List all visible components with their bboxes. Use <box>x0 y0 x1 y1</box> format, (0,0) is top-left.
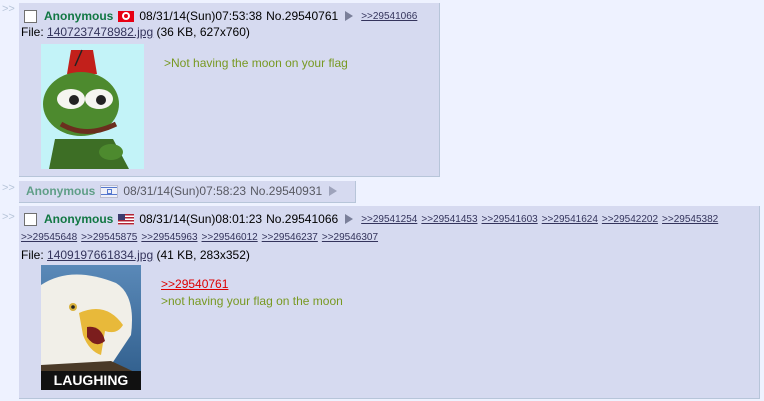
hidden-reply-post: Anonymous 08/31/14(Sun)07:58:23 No.29540… <box>19 181 356 203</box>
post-number[interactable]: No.29540931 <box>250 184 322 198</box>
post-datetime: 08/31/14(Sun)07:53:38 <box>139 9 263 23</box>
post-info: Anonymous 08/31/14(Sun)07:53:38 No.29540… <box>24 9 421 23</box>
post-menu-arrow-icon[interactable] <box>345 214 354 224</box>
backlink[interactable]: >>29545648 <box>21 232 77 243</box>
quote-link[interactable]: >>29540761 <box>161 277 228 291</box>
backlink[interactable]: >>29545875 <box>81 232 137 243</box>
side-arrows: >> <box>2 211 15 223</box>
post-info: Anonymous 08/31/14(Sun)07:58:23 No.29540… <box>26 184 345 198</box>
post-checkbox[interactable] <box>24 9 37 23</box>
poster-name: Anonymous <box>44 9 114 23</box>
post-message: >>29540761 >not having your flag on the … <box>161 276 343 310</box>
greentext-line: >Not having the moon on your flag <box>164 56 348 70</box>
tunisia-flag-icon <box>118 10 135 22</box>
file-link[interactable]: 1407237478982.jpg <box>47 25 153 39</box>
poster-name: Anonymous <box>44 212 114 226</box>
backlink[interactable]: >>29541624 <box>542 214 598 225</box>
file-info: File: 1407237478982.jpg (36 KB, 627x760) <box>21 25 250 39</box>
file-label: File: <box>21 25 44 39</box>
file-meta: (41 KB, 283x352) <box>156 248 250 262</box>
post-menu-arrow-icon[interactable] <box>345 11 354 21</box>
backlink[interactable]: >>29545382 <box>662 214 718 225</box>
backlink[interactable]: >>29545963 <box>141 232 197 243</box>
pepe-fez-image <box>41 44 144 169</box>
backlink[interactable]: >>29546307 <box>322 232 378 243</box>
post-number[interactable]: No.29540761 <box>266 9 338 23</box>
side-arrows: >> <box>2 3 15 15</box>
post-menu-arrow-icon[interactable] <box>329 186 338 196</box>
reply-post: Anonymous 08/31/14(Sun)07:53:38 No.29540… <box>19 3 440 177</box>
file-link[interactable]: 1409197661834.jpg <box>47 248 153 262</box>
post-checkbox[interactable] <box>24 212 37 226</box>
greentext-line: >not having your flag on the moon <box>161 294 343 308</box>
file-label: File: <box>21 248 44 262</box>
post-info: Anonymous 08/31/14(Sun)08:01:23 No.29541… <box>24 212 722 226</box>
thumb-caption: LAUGHING <box>53 372 129 388</box>
backlink[interactable]: >>29541066 <box>361 11 417 22</box>
us-flag-icon <box>118 213 135 225</box>
backlink[interactable]: >>29546237 <box>262 232 318 243</box>
poster-name: Anonymous <box>26 184 96 198</box>
post-datetime: 08/31/14(Sun)07:58:23 <box>123 184 247 198</box>
backlink[interactable]: >>29541603 <box>482 214 538 225</box>
post-number[interactable]: No.29541066 <box>266 212 338 226</box>
backlink-row: >>29545648 >>29545875 >>29545963 >>29546… <box>21 232 382 243</box>
side-arrows: >> <box>2 182 15 194</box>
post-datetime: 08/31/14(Sun)08:01:23 <box>139 212 263 226</box>
post-image-thumbnail[interactable] <box>41 44 144 169</box>
backlink[interactable]: >>29542202 <box>602 214 658 225</box>
reply-post: Anonymous 08/31/14(Sun)08:01:23 No.29541… <box>19 206 760 399</box>
file-meta: (36 KB, 627x760) <box>156 25 250 39</box>
post-image-thumbnail[interactable]: LAUGHING <box>41 265 141 390</box>
backlink[interactable]: >>29541254 <box>361 214 417 225</box>
backlink[interactable]: >>29541453 <box>421 214 477 225</box>
file-info: File: 1409197661834.jpg (41 KB, 283x352) <box>21 248 250 262</box>
backlink[interactable]: >>29546012 <box>202 232 258 243</box>
israel-flag-icon <box>100 184 119 198</box>
